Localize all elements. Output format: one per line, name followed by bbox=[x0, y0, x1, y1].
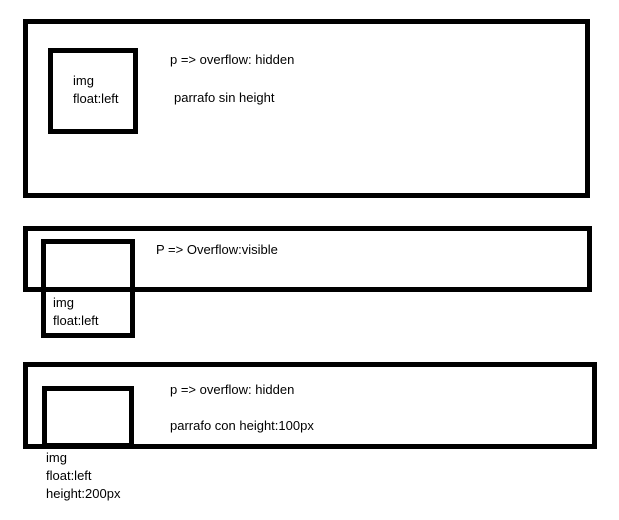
panel-3-image-label-line-1: img bbox=[46, 450, 67, 465]
panel-3-image-label-line-2: float:left bbox=[46, 468, 92, 483]
panel-1-image-label-line-1: img bbox=[73, 73, 94, 88]
panel-2-image-label-line-1: img bbox=[53, 295, 74, 310]
panel-1-rule-text: p => overflow: hidden bbox=[170, 52, 295, 67]
panel-2-rule-text: P => Overflow:visible bbox=[156, 242, 278, 257]
panel-3-image-label: img float:left height:200px bbox=[46, 449, 120, 503]
panel-1-description-text: parrafo sin height bbox=[174, 90, 275, 105]
panel-3-rule-text: p => overflow: hidden bbox=[170, 382, 295, 397]
panel-3-image-label-line-3: height:200px bbox=[46, 486, 121, 501]
panel-2-image-label-line-2: float:left bbox=[53, 313, 99, 328]
panel-2-image-label: img float:left bbox=[53, 294, 99, 330]
panel-1-image-label-line-2: float:left bbox=[73, 91, 119, 106]
panel-1-image-label: img float:left bbox=[73, 72, 119, 108]
panel-3-image-box bbox=[42, 386, 134, 448]
panel-3-description-text: parrafo con height:100px bbox=[170, 418, 314, 433]
